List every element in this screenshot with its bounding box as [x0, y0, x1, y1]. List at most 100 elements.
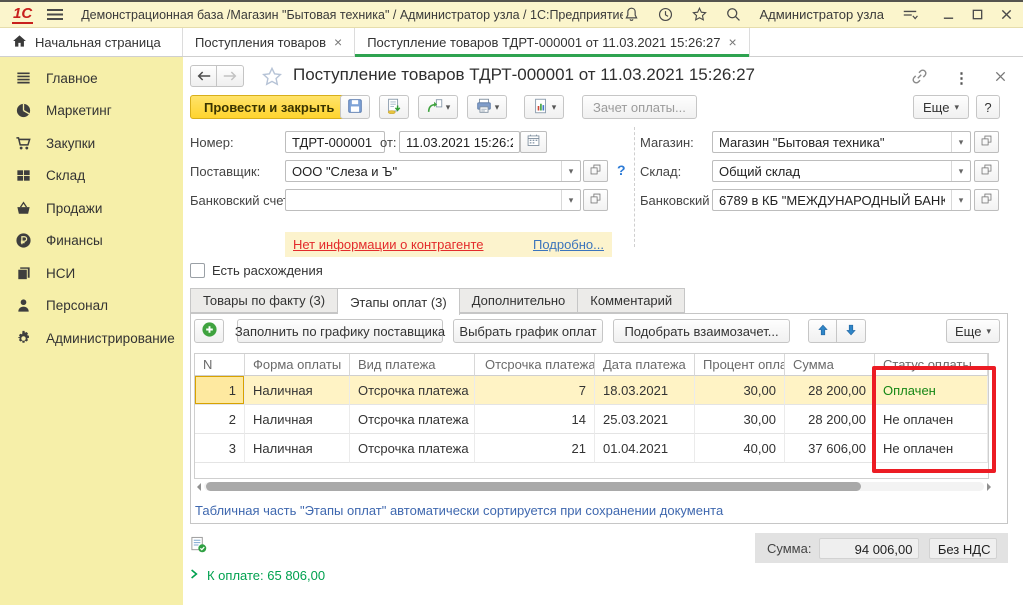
add-row-button[interactable]: [194, 319, 224, 343]
reports-button[interactable]: ▾: [524, 95, 564, 119]
document-movements-icon[interactable]: [190, 536, 207, 556]
save-button[interactable]: [340, 95, 370, 119]
back-button[interactable]: [190, 65, 217, 87]
tab-goods-receipts-list[interactable]: Поступления товаров ×: [183, 28, 355, 56]
sidebar-item-sales[interactable]: Продажи: [0, 192, 183, 225]
tab-additional[interactable]: Дополнительно: [460, 288, 579, 313]
status-badge[interactable]: Не оплачен: [875, 405, 988, 434]
to-pay-expander[interactable]: К оплате: 65 806,00: [190, 568, 325, 583]
bank-account-right-input[interactable]: [713, 190, 951, 210]
sidebar-item-marketing[interactable]: Маркетинг: [0, 95, 183, 128]
close-window-icon[interactable]: [1000, 8, 1013, 21]
dropdown-caret-icon[interactable]: ▾: [951, 132, 970, 152]
table-more-button[interactable]: Еще▾: [946, 319, 1000, 343]
bank-account-right-open-button[interactable]: [974, 189, 999, 211]
tab-home-page[interactable]: Начальная страница: [0, 28, 183, 56]
details-link[interactable]: Подробно...: [533, 237, 604, 252]
number-field[interactable]: [285, 131, 385, 153]
col-header-payment-delay[interactable]: Отсрочка платежа: [475, 354, 595, 376]
col-header-payment-status[interactable]: Статус оплаты: [875, 354, 988, 376]
col-header-payment-type[interactable]: Вид платежа: [350, 354, 475, 376]
current-user[interactable]: Администратор узла: [759, 7, 884, 22]
tab-payment-stages[interactable]: Этапы оплат (3): [338, 288, 460, 315]
dropdown-caret-icon[interactable]: ▾: [561, 190, 580, 210]
dropdown-caret-icon[interactable]: ▾: [561, 161, 580, 181]
create-based-on-button[interactable]: ▾: [418, 95, 458, 119]
search-icon[interactable]: [725, 6, 742, 23]
sidebar-item-purchases[interactable]: Закупки: [0, 127, 183, 160]
close-tab-icon[interactable]: ×: [334, 34, 342, 50]
open-form-icon: [980, 134, 993, 150]
choose-payment-schedule-button[interactable]: Выбрать график оплат: [453, 319, 603, 343]
warehouse-input[interactable]: [713, 161, 951, 181]
col-header-payment-percent[interactable]: Процент оплаты: [695, 354, 785, 376]
sidebar-item-personnel[interactable]: Персонал: [0, 290, 183, 323]
col-header-payment-date[interactable]: Дата платежа: [595, 354, 695, 376]
favorite-star-icon[interactable]: [260, 65, 284, 92]
more-actions-dots-icon[interactable]: ⋮: [954, 69, 969, 87]
scrollbar-thumb[interactable]: [206, 482, 861, 491]
supplier-help-icon[interactable]: ?: [617, 162, 626, 178]
help-button[interactable]: ?: [976, 95, 1000, 119]
status-badge[interactable]: Не оплачен: [875, 434, 988, 463]
print-button[interactable]: ▾: [467, 95, 507, 119]
sidebar-item-administration[interactable]: Администрирование: [0, 322, 183, 355]
open-form-icon: [980, 192, 993, 208]
move-row-down-button[interactable]: [837, 319, 866, 343]
warehouse-field[interactable]: ▾: [712, 160, 971, 182]
payment-offset-button[interactable]: Зачет оплаты...: [582, 95, 697, 119]
get-link-icon[interactable]: [910, 67, 929, 89]
move-row-up-button[interactable]: [808, 319, 837, 343]
horizontal-scrollbar[interactable]: [194, 480, 994, 493]
history-icon[interactable]: [657, 6, 674, 23]
supplier-open-button[interactable]: [583, 160, 608, 182]
table-row[interactable]: 2 Наличная Отсрочка платежа 14 25.03.202…: [195, 405, 988, 434]
sidebar-item-main[interactable]: Главное: [0, 62, 183, 95]
close-tab-icon[interactable]: ×: [729, 34, 737, 50]
more-button[interactable]: Еще▾: [913, 95, 969, 119]
1c-logo-icon: 1С: [12, 6, 33, 24]
bank-account-left-open-button[interactable]: [583, 189, 608, 211]
maximize-icon[interactable]: [971, 8, 984, 21]
tab-comment[interactable]: Комментарий: [578, 288, 685, 313]
table-row[interactable]: 3 Наличная Отсрочка платежа 21 01.04.202…: [195, 434, 988, 463]
store-input[interactable]: [713, 132, 951, 152]
warehouse-open-button[interactable]: [974, 160, 999, 182]
post-and-close-button[interactable]: Провести и закрыть: [190, 95, 348, 119]
hamburger-menu-icon[interactable]: [47, 9, 63, 20]
post-document-button[interactable]: [379, 95, 409, 119]
sidebar-item-warehouse[interactable]: Склад: [0, 160, 183, 193]
scroll-right-icon[interactable]: [984, 480, 994, 493]
col-header-n[interactable]: N: [195, 354, 245, 376]
sidebar-item-finance[interactable]: Финансы: [0, 225, 183, 258]
forward-button[interactable]: [217, 65, 244, 87]
service-menu-icon[interactable]: [901, 7, 919, 23]
fill-by-supplier-schedule-button[interactable]: Заполнить по графику поставщика: [237, 319, 443, 343]
col-header-sum[interactable]: Сумма: [785, 354, 875, 376]
tab-goods-by-fact[interactable]: Товары по факту (3): [190, 288, 338, 313]
close-document-icon[interactable]: [994, 70, 1007, 86]
status-badge[interactable]: Оплачен: [875, 376, 988, 405]
favorites-star-icon[interactable]: [691, 6, 708, 23]
table-row[interactable]: 1 Наличная Отсрочка платежа 7 18.03.2021…: [195, 376, 988, 405]
store-field[interactable]: ▾: [712, 131, 971, 153]
store-open-button[interactable]: [974, 131, 999, 153]
dropdown-caret-icon[interactable]: ▾: [951, 161, 970, 181]
bank-account-right-field[interactable]: ▾: [712, 189, 971, 211]
pick-offset-button[interactable]: Подобрать взаимозачет...: [613, 319, 790, 343]
scroll-left-icon[interactable]: [194, 480, 204, 493]
sidebar-item-nsi[interactable]: НСИ: [0, 257, 183, 290]
tab-goods-receipt-document[interactable]: Поступление товаров ТДРТ-000001 от 11.03…: [355, 28, 750, 56]
bank-account-left-input[interactable]: [286, 190, 561, 210]
discrepancy-checkbox[interactable]: [190, 263, 205, 278]
supplier-field[interactable]: ▾: [285, 160, 581, 182]
notifications-bell-icon[interactable]: [623, 6, 640, 23]
no-counterparty-info-link[interactable]: Нет информации о контрагенте: [293, 237, 484, 252]
bank-account-left-field[interactable]: ▾: [285, 189, 581, 211]
col-header-payment-form[interactable]: Форма оплаты: [245, 354, 350, 376]
supplier-input[interactable]: [286, 161, 561, 181]
minimize-icon[interactable]: [942, 8, 955, 21]
date-field[interactable]: [399, 131, 520, 153]
dropdown-caret-icon[interactable]: ▾: [951, 190, 970, 210]
calendar-button[interactable]: [520, 131, 547, 153]
